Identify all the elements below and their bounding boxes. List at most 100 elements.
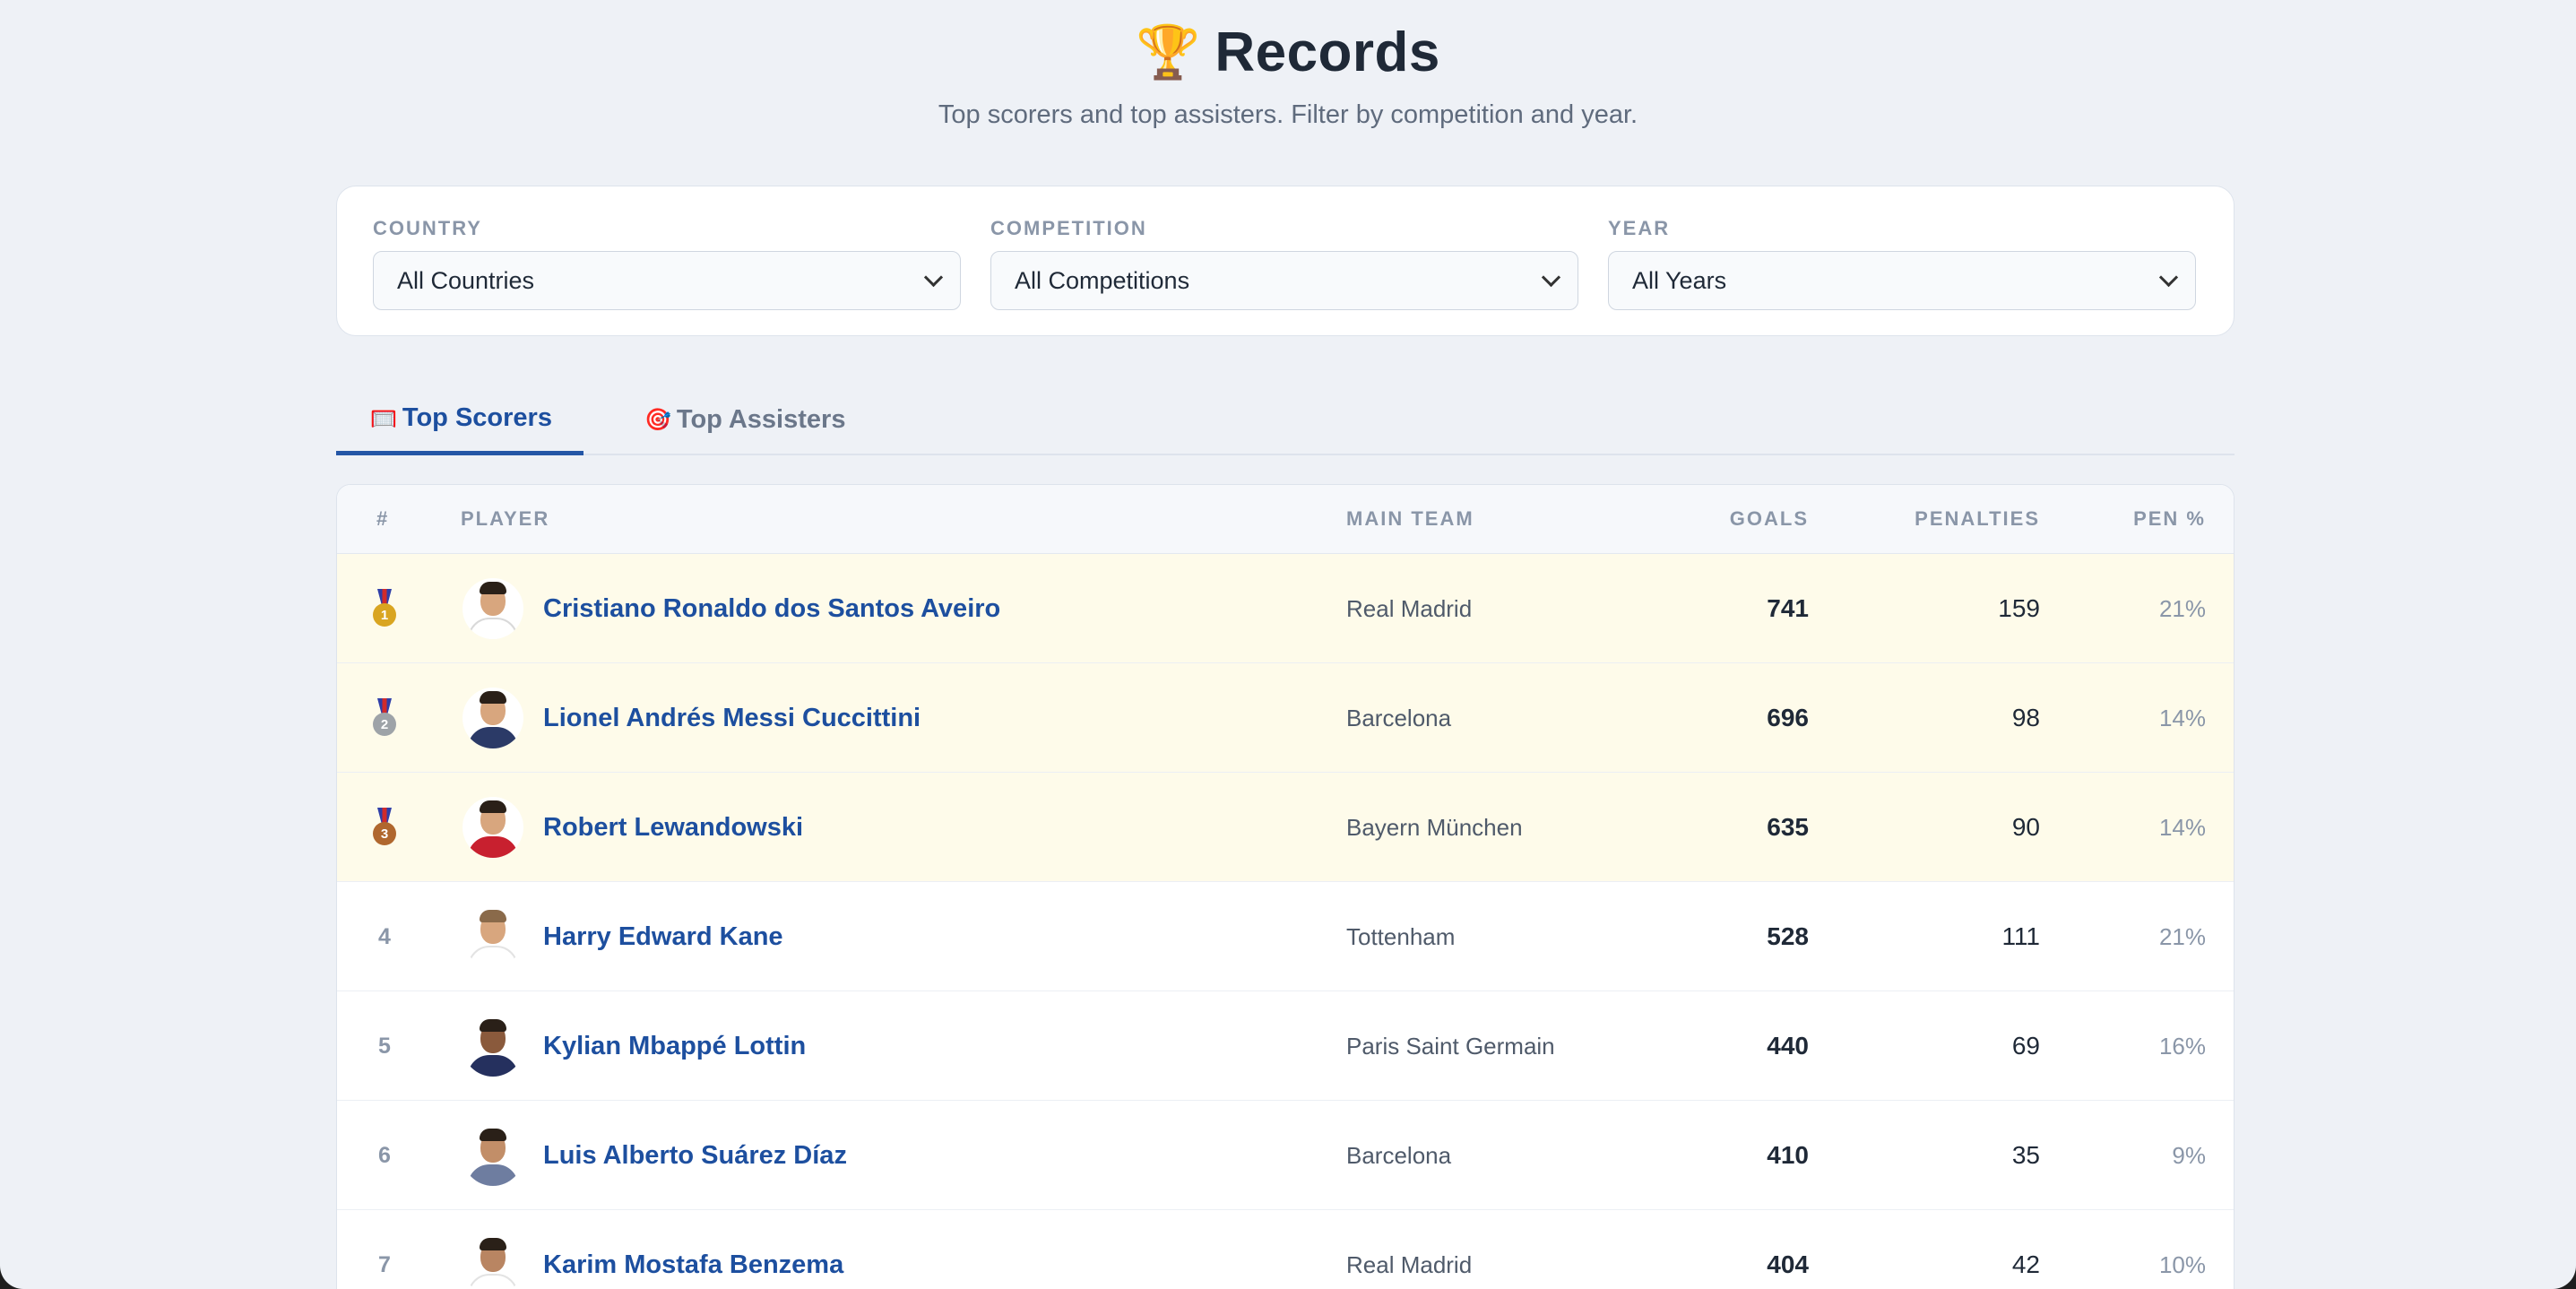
player-cell: Luis Alberto Suárez Díaz: [462, 1101, 1224, 1210]
goal-net-icon: 🥅: [370, 405, 397, 431]
avatar: [462, 1234, 523, 1289]
page-title-text: Records: [1215, 21, 1440, 83]
table-row: 4 Harry Edward Kane Tottenham 528 111 21…: [337, 882, 2234, 991]
app-window: 🏆 Records Top scorers and top assisters.…: [0, 0, 2576, 1289]
rank-cell: 1: [337, 554, 432, 663]
avatar: [462, 797, 523, 858]
player-name-link[interactable]: Harry Edward Kane: [543, 922, 783, 952]
pen-pct-cell: 16%: [2158, 1032, 2206, 1060]
goals-cell: 410: [1767, 1141, 1809, 1169]
rank-cell: 3: [337, 773, 432, 882]
rank-cell: 2: [337, 663, 432, 773]
year-filter: YEAR All Years: [1608, 217, 2196, 310]
page-subtitle: Top scorers and top assisters. Filter by…: [938, 100, 1638, 129]
player-cell: Kylian Mbappé Lottin: [462, 991, 1224, 1101]
table-row: 6 Luis Alberto Suárez Díaz Barcelona 410…: [337, 1101, 2234, 1210]
rank-cell: 4: [378, 923, 391, 949]
penalties-cell: 69: [2011, 1032, 2040, 1060]
player-name-link[interactable]: Kylian Mbappé Lottin: [543, 1032, 806, 1061]
goals-cell: 696: [1767, 704, 1809, 731]
filter-panel: COUNTRY All Countries COMPETITION All Co…: [336, 186, 2235, 336]
chevron-down-icon: [1541, 267, 1561, 287]
tab-top-scorers[interactable]: 🥅 Top Scorers: [336, 385, 583, 455]
penalties-cell: 98: [2011, 704, 2040, 731]
team-cell: Paris Saint Germain: [1346, 1032, 1555, 1060]
avatar: [462, 1016, 523, 1077]
penalties-cell: 111: [2001, 922, 2040, 950]
scorers-table: # PLAYER MAIN TEAM GOALS PENALTIES PEN %…: [336, 484, 2235, 1289]
pen-pct-cell: 14%: [2158, 704, 2206, 731]
player-cell: Harry Edward Kane: [462, 882, 1224, 991]
tab-top-assisters[interactable]: 🎯 Top Assisters: [625, 385, 845, 454]
country-select-value: All Countries: [397, 266, 535, 294]
rank-cell: 6: [378, 1142, 391, 1168]
competition-select-value: All Competitions: [1015, 266, 1190, 294]
competition-filter-label: COMPETITION: [990, 217, 1147, 239]
team-cell: Real Madrid: [1346, 594, 1473, 622]
column-goals: GOALS: [1729, 507, 1809, 530]
player-name-link[interactable]: Karim Mostafa Benzema: [543, 1250, 843, 1280]
gold-medal-icon: 1: [371, 589, 398, 628]
team-cell: Real Madrid: [1346, 1250, 1473, 1278]
target-icon: 🎯: [644, 407, 671, 432]
penalties-cell: 35: [2011, 1141, 2040, 1169]
avatar: [462, 1125, 523, 1186]
tab-top-assisters-label: Top Assisters: [676, 404, 846, 434]
country-filter-label: COUNTRY: [373, 217, 482, 239]
team-cell: Barcelona: [1346, 1141, 1452, 1169]
table-header: # PLAYER MAIN TEAM GOALS PENALTIES PEN %: [337, 485, 2234, 555]
penalties-cell: 90: [2011, 813, 2040, 841]
goals-cell: 404: [1767, 1250, 1809, 1278]
goals-cell: 440: [1767, 1032, 1809, 1060]
player-name-link[interactable]: Luis Alberto Suárez Díaz: [543, 1141, 847, 1171]
rank-cell: 7: [378, 1251, 391, 1277]
team-cell: Tottenham: [1346, 922, 1456, 950]
table-row: 5 Kylian Mbappé Lottin Paris Saint Germa…: [337, 991, 2234, 1101]
avatar: [462, 578, 523, 639]
competition-filter: COMPETITION All Competitions: [990, 217, 1578, 310]
page-title: 🏆 Records: [0, 16, 2576, 88]
pen-pct-cell: 21%: [2158, 594, 2206, 622]
tab-top-scorers-label: Top Scorers: [402, 403, 552, 432]
penalties-cell: 159: [1998, 594, 2040, 622]
pen-pct-cell: 14%: [2158, 813, 2206, 841]
competition-select[interactable]: All Competitions: [990, 251, 1578, 310]
table-row: 7 Karim Mostafa Benzema Real Madrid 404 …: [337, 1210, 2234, 1289]
medal-number: 2: [373, 713, 396, 736]
column-pen-pct: PEN %: [2133, 507, 2206, 530]
player-cell: Karim Mostafa Benzema: [462, 1210, 1224, 1289]
bronze-medal-icon: 3: [371, 808, 398, 847]
pen-pct-cell: 9%: [2172, 1141, 2206, 1169]
player-cell: Cristiano Ronaldo dos Santos Aveiro: [462, 554, 1224, 663]
chevron-down-icon: [2158, 267, 2179, 287]
table-body: 1 Cristiano Ronaldo dos Santos Aveiro Re…: [337, 554, 2234, 1289]
column-main-team: MAIN TEAM: [1346, 507, 1474, 530]
year-select[interactable]: All Years: [1608, 251, 2196, 310]
country-filter: COUNTRY All Countries: [373, 217, 961, 310]
avatar: [462, 688, 523, 748]
medal-number: 3: [373, 822, 396, 845]
column-player: PLAYER: [461, 507, 550, 530]
year-filter-label: YEAR: [1608, 217, 1671, 239]
table-row: 3 Robert Lewandowski Bayern München 635 …: [337, 773, 2234, 882]
team-cell: Barcelona: [1346, 704, 1452, 731]
avatar: [462, 906, 523, 967]
player-name-link[interactable]: Cristiano Ronaldo dos Santos Aveiro: [543, 594, 1000, 624]
rank-cell: 5: [378, 1033, 391, 1059]
pen-pct-cell: 10%: [2158, 1250, 2206, 1278]
player-name-link[interactable]: Lionel Andrés Messi Cuccittini: [543, 704, 921, 733]
year-select-value: All Years: [1632, 266, 1727, 294]
trophy-icon: 🏆: [1136, 22, 1201, 82]
player-name-link[interactable]: Robert Lewandowski: [543, 813, 803, 843]
goals-cell: 528: [1767, 922, 1809, 950]
pen-pct-cell: 21%: [2158, 922, 2206, 950]
chevron-down-icon: [923, 267, 944, 287]
table-row: 1 Cristiano Ronaldo dos Santos Aveiro Re…: [337, 554, 2234, 663]
medal-number: 1: [373, 603, 396, 627]
records-tabs: 🥅 Top Scorers 🎯 Top Assisters: [336, 385, 2235, 455]
column-penalties: PENALTIES: [1915, 507, 2040, 530]
country-select[interactable]: All Countries: [373, 251, 961, 310]
column-rank: #: [376, 507, 390, 530]
goals-cell: 635: [1767, 813, 1809, 841]
player-cell: Lionel Andrés Messi Cuccittini: [462, 663, 1224, 773]
